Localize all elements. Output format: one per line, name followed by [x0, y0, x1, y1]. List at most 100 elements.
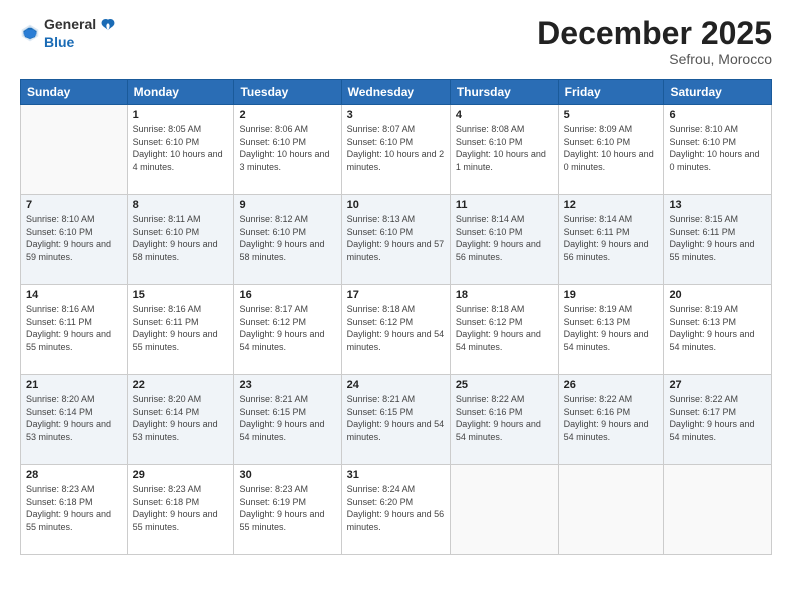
logo-icon	[20, 23, 40, 43]
day-info: Sunrise: 8:14 AM Sunset: 6:11 PM Dayligh…	[564, 213, 659, 263]
sunrise-time: Sunrise: 8:23 AM	[26, 484, 95, 494]
sunrise-time: Sunrise: 8:14 AM	[564, 214, 633, 224]
table-row: 21 Sunrise: 8:20 AM Sunset: 6:14 PM Dayl…	[21, 375, 128, 465]
day-number: 23	[239, 379, 335, 391]
sunrise-time: Sunrise: 8:18 AM	[456, 304, 525, 314]
table-row: 1 Sunrise: 8:05 AM Sunset: 6:10 PM Dayli…	[127, 105, 234, 195]
table-row: 20 Sunrise: 8:19 AM Sunset: 6:13 PM Dayl…	[664, 285, 772, 375]
sunset-time: Sunset: 6:12 PM	[347, 317, 414, 327]
table-row	[21, 105, 128, 195]
table-row: 9 Sunrise: 8:12 AM Sunset: 6:10 PM Dayli…	[234, 195, 341, 285]
sunset-time: Sunset: 6:13 PM	[669, 317, 736, 327]
sunset-time: Sunset: 6:16 PM	[456, 407, 523, 417]
table-row: 2 Sunrise: 8:06 AM Sunset: 6:10 PM Dayli…	[234, 105, 341, 195]
daylight-hours: Daylight: 9 hours and 54 minutes.	[239, 329, 324, 352]
header-thursday: Thursday	[450, 80, 558, 105]
day-info: Sunrise: 8:20 AM Sunset: 6:14 PM Dayligh…	[26, 393, 122, 443]
sunrise-time: Sunrise: 8:05 AM	[133, 124, 202, 134]
sunset-time: Sunset: 6:10 PM	[669, 137, 736, 147]
sunrise-time: Sunrise: 8:22 AM	[456, 394, 525, 404]
day-number: 6	[669, 109, 766, 121]
sunrise-time: Sunrise: 8:14 AM	[456, 214, 525, 224]
sunrise-time: Sunrise: 8:13 AM	[347, 214, 416, 224]
day-info: Sunrise: 8:11 AM Sunset: 6:10 PM Dayligh…	[133, 213, 229, 263]
weekday-header-row: Sunday Monday Tuesday Wednesday Thursday…	[21, 80, 772, 105]
day-info: Sunrise: 8:21 AM Sunset: 6:15 PM Dayligh…	[239, 393, 335, 443]
daylight-hours: Daylight: 10 hours and 0 minutes.	[564, 149, 654, 172]
daylight-hours: Daylight: 9 hours and 55 minutes.	[239, 509, 324, 532]
logo-text: General Blue	[44, 16, 117, 51]
page-header: General Blue December 2025 Sefrou, Moroc…	[20, 16, 772, 67]
day-number: 22	[133, 379, 229, 391]
calendar-page: General Blue December 2025 Sefrou, Moroc…	[0, 0, 792, 612]
table-row: 4 Sunrise: 8:08 AM Sunset: 6:10 PM Dayli…	[450, 105, 558, 195]
sunset-time: Sunset: 6:10 PM	[133, 227, 200, 237]
sunrise-time: Sunrise: 8:18 AM	[347, 304, 416, 314]
sunset-time: Sunset: 6:10 PM	[239, 137, 306, 147]
sunset-time: Sunset: 6:14 PM	[133, 407, 200, 417]
day-number: 26	[564, 379, 659, 391]
day-info: Sunrise: 8:13 AM Sunset: 6:10 PM Dayligh…	[347, 213, 445, 263]
table-row: 30 Sunrise: 8:23 AM Sunset: 6:19 PM Dayl…	[234, 465, 341, 555]
sunset-time: Sunset: 6:10 PM	[26, 227, 93, 237]
table-row: 28 Sunrise: 8:23 AM Sunset: 6:18 PM Dayl…	[21, 465, 128, 555]
table-row	[450, 465, 558, 555]
sunrise-time: Sunrise: 8:10 AM	[26, 214, 95, 224]
day-info: Sunrise: 8:16 AM Sunset: 6:11 PM Dayligh…	[26, 303, 122, 353]
calendar-week-row: 1 Sunrise: 8:05 AM Sunset: 6:10 PM Dayli…	[21, 105, 772, 195]
day-info: Sunrise: 8:24 AM Sunset: 6:20 PM Dayligh…	[347, 483, 445, 533]
logo: General Blue	[20, 16, 117, 51]
header-friday: Friday	[558, 80, 664, 105]
day-number: 4	[456, 109, 553, 121]
table-row	[664, 465, 772, 555]
daylight-hours: Daylight: 9 hours and 55 minutes.	[669, 239, 754, 262]
sunrise-time: Sunrise: 8:22 AM	[669, 394, 738, 404]
sunset-time: Sunset: 6:10 PM	[564, 137, 631, 147]
day-number: 9	[239, 199, 335, 211]
day-info: Sunrise: 8:05 AM Sunset: 6:10 PM Dayligh…	[133, 123, 229, 173]
day-info: Sunrise: 8:20 AM Sunset: 6:14 PM Dayligh…	[133, 393, 229, 443]
daylight-hours: Daylight: 10 hours and 4 minutes.	[133, 149, 223, 172]
day-number: 1	[133, 109, 229, 121]
day-number: 31	[347, 469, 445, 481]
sunrise-time: Sunrise: 8:23 AM	[239, 484, 308, 494]
day-info: Sunrise: 8:06 AM Sunset: 6:10 PM Dayligh…	[239, 123, 335, 173]
table-row: 26 Sunrise: 8:22 AM Sunset: 6:16 PM Dayl…	[558, 375, 664, 465]
sunrise-time: Sunrise: 8:21 AM	[347, 394, 416, 404]
sunrise-time: Sunrise: 8:12 AM	[239, 214, 308, 224]
sunrise-time: Sunrise: 8:06 AM	[239, 124, 308, 134]
sunrise-time: Sunrise: 8:16 AM	[133, 304, 202, 314]
sunset-time: Sunset: 6:10 PM	[456, 137, 523, 147]
day-info: Sunrise: 8:08 AM Sunset: 6:10 PM Dayligh…	[456, 123, 553, 173]
day-number: 17	[347, 289, 445, 301]
day-info: Sunrise: 8:19 AM Sunset: 6:13 PM Dayligh…	[669, 303, 766, 353]
daylight-hours: Daylight: 9 hours and 56 minutes.	[564, 239, 649, 262]
day-info: Sunrise: 8:14 AM Sunset: 6:10 PM Dayligh…	[456, 213, 553, 263]
day-info: Sunrise: 8:12 AM Sunset: 6:10 PM Dayligh…	[239, 213, 335, 263]
day-number: 30	[239, 469, 335, 481]
day-info: Sunrise: 8:16 AM Sunset: 6:11 PM Dayligh…	[133, 303, 229, 353]
sunset-time: Sunset: 6:12 PM	[239, 317, 306, 327]
sunrise-time: Sunrise: 8:17 AM	[239, 304, 308, 314]
sunrise-time: Sunrise: 8:15 AM	[669, 214, 738, 224]
day-number: 24	[347, 379, 445, 391]
sunrise-time: Sunrise: 8:09 AM	[564, 124, 633, 134]
month-title: December 2025	[537, 16, 772, 51]
sunset-time: Sunset: 6:11 PM	[669, 227, 735, 237]
sunset-time: Sunset: 6:10 PM	[347, 137, 414, 147]
sunset-time: Sunset: 6:19 PM	[239, 497, 306, 507]
day-info: Sunrise: 8:15 AM Sunset: 6:11 PM Dayligh…	[669, 213, 766, 263]
table-row: 16 Sunrise: 8:17 AM Sunset: 6:12 PM Dayl…	[234, 285, 341, 375]
daylight-hours: Daylight: 9 hours and 54 minutes.	[456, 419, 541, 442]
table-row: 24 Sunrise: 8:21 AM Sunset: 6:15 PM Dayl…	[341, 375, 450, 465]
day-number: 2	[239, 109, 335, 121]
title-block: December 2025 Sefrou, Morocco	[537, 16, 772, 67]
day-number: 27	[669, 379, 766, 391]
sunset-time: Sunset: 6:18 PM	[26, 497, 93, 507]
day-info: Sunrise: 8:23 AM Sunset: 6:18 PM Dayligh…	[133, 483, 229, 533]
calendar-week-row: 21 Sunrise: 8:20 AM Sunset: 6:14 PM Dayl…	[21, 375, 772, 465]
sunrise-time: Sunrise: 8:20 AM	[133, 394, 202, 404]
day-number: 13	[669, 199, 766, 211]
table-row: 22 Sunrise: 8:20 AM Sunset: 6:14 PM Dayl…	[127, 375, 234, 465]
daylight-hours: Daylight: 9 hours and 54 minutes.	[456, 329, 541, 352]
